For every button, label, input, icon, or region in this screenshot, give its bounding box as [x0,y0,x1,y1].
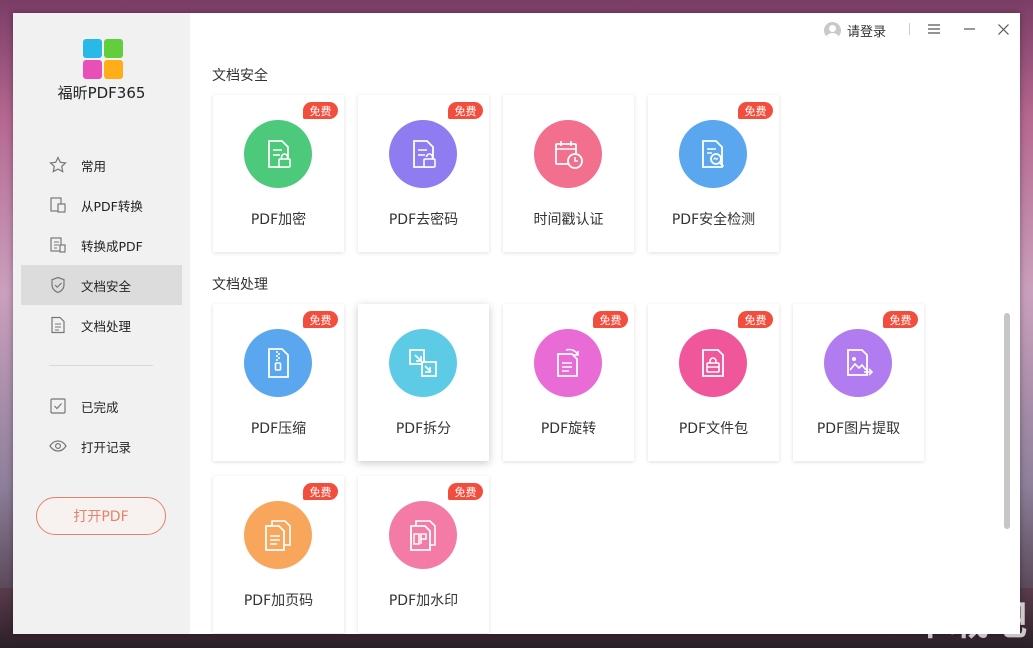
free-badge: 免费 [738,311,773,328]
card-label: PDF图片提取 [816,421,901,437]
menu-icon[interactable] [924,19,944,39]
card-label: PDF加页码 [243,593,314,609]
pdf-convert-to-icon [49,236,67,254]
card-pdf-package[interactable]: PDF文件包 免费 [648,304,779,461]
card-label: PDF加水印 [388,593,459,609]
rotate-document-icon [534,329,602,397]
card-pdf-rotate[interactable]: PDF旋转 免费 [503,304,634,461]
calendar-clock-icon [534,120,602,188]
section-title-doc-processing: 文档处理 [212,277,268,293]
sidebar-item-open-history[interactable]: 打开记录 [21,426,182,466]
user-avatar-icon [823,22,841,39]
sidebar-item-label: 常用 [81,158,107,174]
eye-icon [49,437,67,455]
free-badge: 免费 [303,483,338,500]
sidebar-item-common[interactable]: 常用 [21,145,182,185]
card-pdf-split[interactable]: PDF拆分 [358,304,489,461]
free-badge: 免费 [593,311,628,328]
card-pdf-watermark[interactable]: PDF加水印 免费 [358,476,489,633]
sidebar-item-doc-security[interactable]: 文档安全 [21,265,182,305]
card-label: 时间戳认证 [533,212,604,228]
free-badge: 免费 [883,311,918,328]
close-icon[interactable] [993,19,1013,39]
star-icon [49,156,67,174]
card-label: PDF加密 [250,212,307,228]
site-watermark: 下载吧 [911,598,1027,644]
card-label: PDF拆分 [395,421,452,437]
document-icon [49,316,67,334]
card-timestamp-certification[interactable]: 时间戳认证 [503,95,634,252]
sidebar-item-doc-processing[interactable]: 文档处理 [21,305,182,345]
package-icon [679,329,747,397]
free-badge: 免费 [303,311,338,328]
sidebar: 福昕PDF365 常用 从PDF转换 转换成PDF 文档安全 文档处理 已完成 … [13,13,190,634]
zip-document-icon [244,329,312,397]
card-pdf-compress[interactable]: PDF压缩 免费 [213,304,344,461]
image-extract-icon [824,329,892,397]
sidebar-item-label: 已完成 [81,399,119,415]
free-badge: 免费 [303,102,338,119]
login-label: 请登录 [846,25,886,40]
lock-document-icon [244,120,312,188]
sidebar-item-label: 文档安全 [81,278,132,294]
scan-document-icon [679,120,747,188]
sidebar-item-from-pdf[interactable]: 从PDF转换 [21,185,182,225]
watermark-icon [389,501,457,569]
free-badge: 免费 [448,102,483,119]
split-icon [389,329,457,397]
unlock-document-icon [389,120,457,188]
card-pdf-page-number[interactable]: PDF加页码 免费 [213,476,344,633]
login-button[interactable]: 请登录 [823,21,886,40]
section-title-doc-security: 文档安全 [212,68,268,84]
open-pdf-button[interactable]: 打开PDF [36,497,166,535]
sidebar-item-label: 打开记录 [81,439,132,455]
vertical-scrollbar[interactable] [1004,313,1010,529]
topbar-separator [909,23,910,35]
page-number-icon [244,501,312,569]
sidebar-item-completed[interactable]: 已完成 [21,386,182,426]
card-pdf-image-extract[interactable]: PDF图片提取 免费 [793,304,924,461]
pdf-convert-from-icon [49,196,67,214]
card-pdf-encrypt[interactable]: PDF加密 免费 [213,95,344,252]
sidebar-divider [49,365,153,366]
check-icon [49,397,67,415]
free-badge: 免费 [448,483,483,500]
sidebar-item-label: 从PDF转换 [81,198,143,214]
shield-icon [49,276,67,294]
app-title: 福昕PDF365 [57,84,146,102]
card-label: PDF文件包 [678,421,749,437]
card-label: PDF压缩 [250,421,307,437]
card-label: PDF旋转 [540,421,597,437]
sidebar-item-label: 文档处理 [81,318,132,334]
minimize-icon[interactable] [959,19,979,39]
app-logo-icon [83,39,123,79]
app-window: 福昕PDF365 常用 从PDF转换 转换成PDF 文档安全 文档处理 已完成 … [13,13,1020,634]
card-pdf-remove-password[interactable]: PDF去密码 免费 [358,95,489,252]
card-label: PDF去密码 [388,212,459,228]
free-badge: 免费 [738,102,773,119]
card-pdf-security-check[interactable]: PDF安全检测 免费 [648,95,779,252]
sidebar-item-to-pdf[interactable]: 转换成PDF [21,225,182,265]
card-label: PDF安全检测 [671,212,756,228]
sidebar-item-label: 转换成PDF [81,238,143,254]
